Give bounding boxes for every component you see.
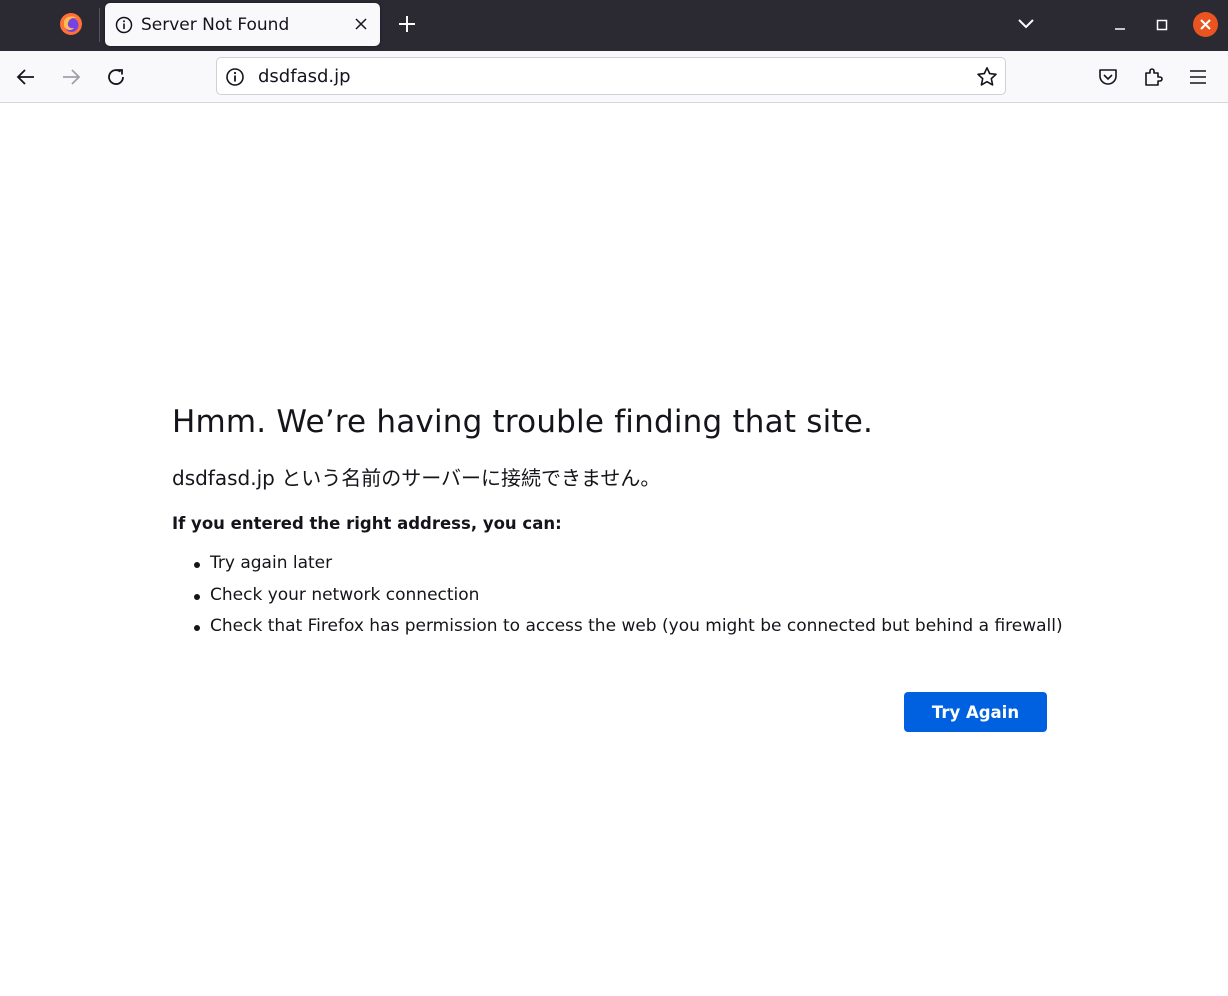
pocket-icon[interactable] — [1096, 65, 1120, 89]
bookmark-star-icon[interactable] — [975, 65, 999, 89]
close-icon — [1200, 19, 1211, 30]
close-tab-icon[interactable] — [351, 14, 371, 34]
suggestions-heading: If you entered the right address, you ca… — [172, 514, 562, 533]
try-again-button[interactable]: Try Again — [904, 692, 1047, 732]
site-info-icon[interactable] — [225, 67, 245, 87]
info-icon — [115, 16, 133, 34]
list-item: Check your network connection — [194, 580, 1072, 612]
list-all-tabs-icon[interactable] — [1016, 15, 1036, 33]
url-bar[interactable]: dsdfasd.jp — [216, 57, 1006, 95]
tab-server-not-found[interactable]: Server Not Found — [105, 3, 380, 46]
window-close-button[interactable] — [1193, 12, 1218, 37]
suggestions-list: Try again later Check your network conne… — [172, 548, 1072, 643]
list-item: Check that Firefox has permission to acc… — [194, 611, 1072, 643]
maximize-icon[interactable] — [1151, 14, 1173, 36]
tab-title: Server Not Found — [141, 15, 290, 35]
firefox-logo-icon[interactable] — [59, 12, 83, 36]
new-tab-icon[interactable] — [396, 13, 418, 35]
error-page-content: Hmm. We’re having trouble finding that s… — [172, 394, 1072, 643]
back-arrow-icon[interactable] — [14, 65, 38, 89]
tab-strip: Server Not Found — [0, 0, 1228, 51]
minimize-icon[interactable] — [1109, 14, 1131, 36]
reload-icon[interactable] — [104, 65, 128, 89]
hamburger-menu-icon[interactable] — [1186, 65, 1210, 89]
error-title: Hmm. We’re having trouble finding that s… — [172, 404, 874, 440]
extensions-puzzle-icon[interactable] — [1141, 65, 1165, 89]
navigation-toolbar: dsdfasd.jp — [0, 51, 1228, 103]
list-item: Try again later — [194, 548, 1072, 580]
url-text[interactable]: dsdfasd.jp — [258, 66, 351, 87]
tab-separator — [99, 8, 100, 42]
forward-arrow-icon[interactable] — [59, 65, 83, 89]
error-description: dsdfasd.jp という名前のサーバーに接続できません。 — [172, 466, 661, 490]
